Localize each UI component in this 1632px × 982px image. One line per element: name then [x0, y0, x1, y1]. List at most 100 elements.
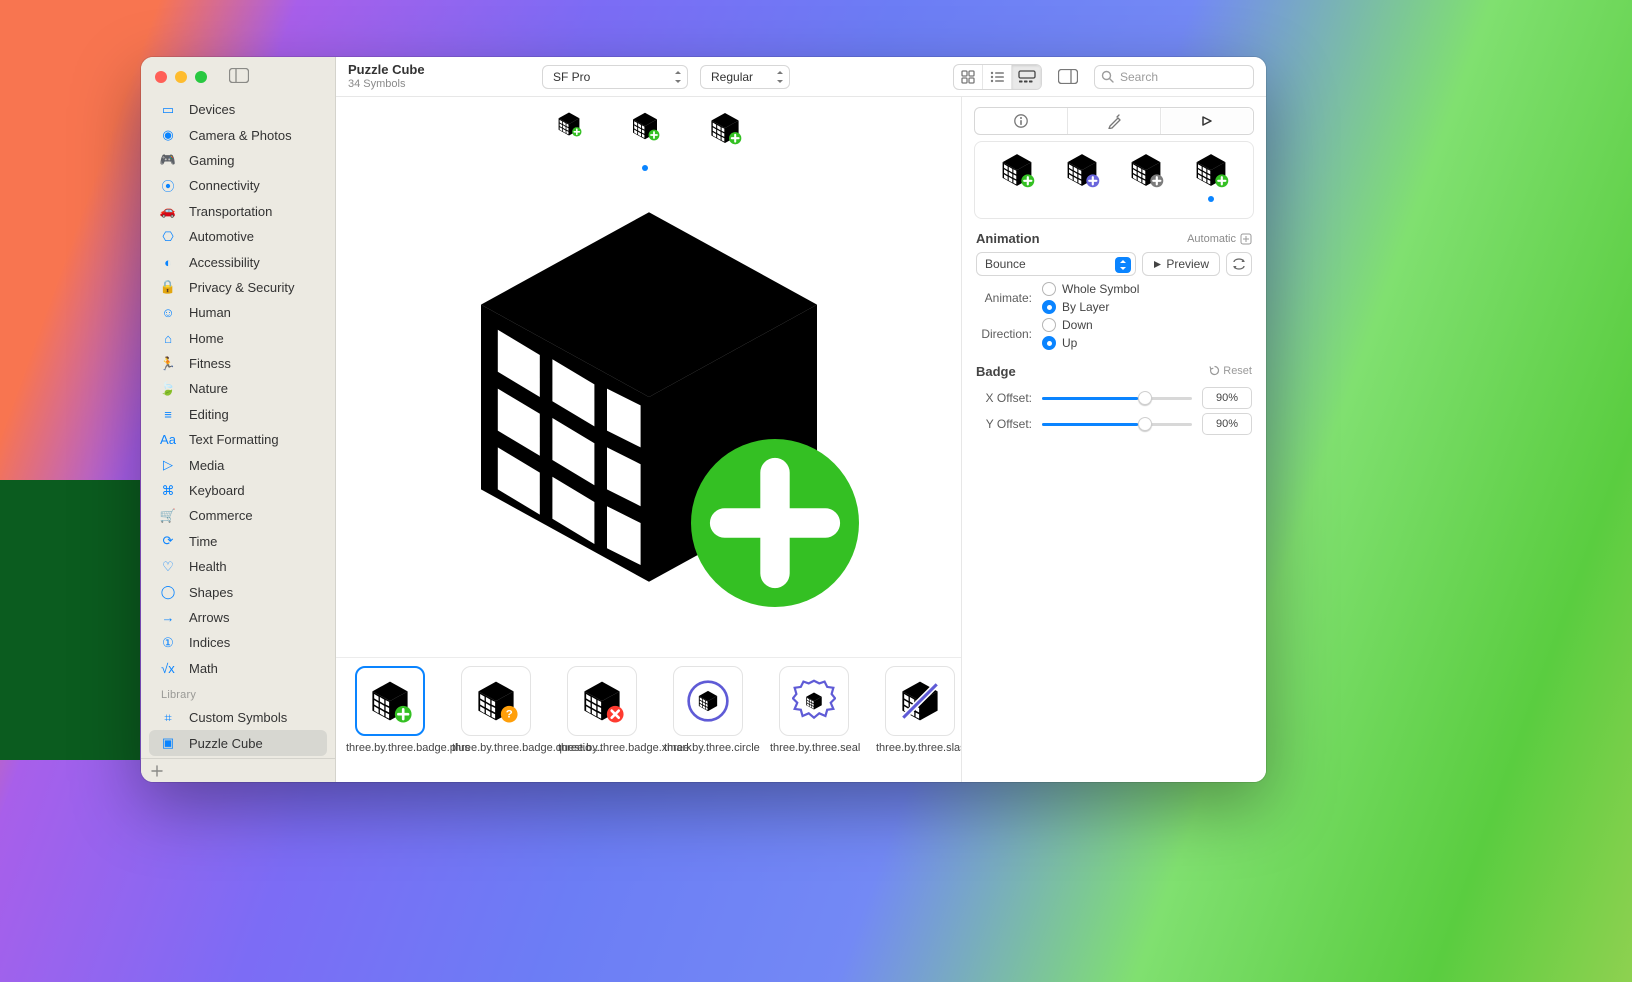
toggle-inspector-button[interactable]: [1054, 69, 1082, 84]
automatic-config-icon[interactable]: [1240, 233, 1252, 245]
sidebar-item-label: Camera & Photos: [189, 128, 292, 143]
symbol-thumb[interactable]: three.by.three.badge.plus: [346, 666, 434, 756]
y-offset-value[interactable]: 90%: [1202, 413, 1252, 435]
gallery-view-icon[interactable]: [1012, 65, 1041, 89]
sidebar-item-arrows[interactable]: →Arrows: [149, 605, 327, 630]
category-icon: Aa: [159, 432, 177, 447]
direction-up-radio[interactable]: Up: [1042, 336, 1093, 350]
symbol-thumb[interactable]: three.by.three.circle: [664, 666, 752, 756]
sidebar-item-label: Media: [189, 458, 224, 473]
animation-preset-select[interactable]: Bounce: [976, 252, 1136, 276]
repeat-button[interactable]: [1226, 252, 1252, 276]
category-icon: ♡: [159, 559, 177, 575]
symbol-name: three.by.three.badge.xmark: [558, 742, 646, 756]
animation-tab-icon[interactable]: [1161, 108, 1253, 134]
weight-select[interactable]: Regular: [700, 65, 790, 89]
sidebar-item-media[interactable]: ▷Media: [149, 452, 327, 477]
symbol-name: three.by.three.circle: [664, 742, 752, 756]
sidebar-item-automotive[interactable]: ⎔Automotive: [149, 224, 327, 249]
font-select[interactable]: SF Pro: [542, 65, 688, 89]
symbol-name: three.by.three.badge.questio…: [452, 742, 540, 756]
symbol-thumb[interactable]: three.by.three.seal: [770, 666, 858, 756]
view-mode-segmented[interactable]: [953, 64, 1042, 90]
animate-bylayer-radio[interactable]: By Layer: [1042, 300, 1139, 314]
reset-button[interactable]: Reset: [1209, 365, 1252, 377]
sidebar-item-label: Time: [189, 534, 217, 549]
sidebar-item-label: Gaming: [189, 153, 235, 168]
rendering-monochrome[interactable]: [1128, 152, 1164, 188]
weight-preview-small[interactable]: [556, 111, 582, 150]
sidebar-library-puzzle-cube[interactable]: ▣Puzzle Cube: [149, 730, 327, 755]
preview-button[interactable]: Preview: [1142, 252, 1220, 276]
category-icon: ⎔: [159, 229, 177, 245]
weight-preview-large[interactable]: [708, 111, 742, 150]
sidebar-item-label: Editing: [189, 407, 229, 422]
info-tab-icon[interactable]: [975, 108, 1068, 134]
sidebar-item-connectivity[interactable]: ⦿Connectivity: [149, 173, 327, 198]
x-offset-value[interactable]: 90%: [1202, 387, 1252, 409]
category-icon: √x: [159, 661, 177, 676]
sidebar-item-label: Connectivity: [189, 178, 260, 193]
direction-label: Direction:: [976, 327, 1032, 341]
sidebar-item-home[interactable]: ⌂Home: [149, 326, 327, 351]
sidebar-item-accessibility[interactable]: ◐Accessibility: [149, 249, 327, 274]
close-window-icon[interactable]: [155, 71, 167, 83]
category-icon: ▭: [159, 102, 177, 118]
symbol-thumb[interactable]: three.by.three.slash: [876, 666, 961, 756]
sidebar-item-fitness[interactable]: 🏃Fitness: [149, 351, 327, 376]
x-offset-slider[interactable]: [1042, 389, 1192, 407]
zoom-window-icon[interactable]: [195, 71, 207, 83]
window-traffic-lights[interactable]: [155, 71, 207, 83]
sidebar-item-camera-photos[interactable]: ◉ Camera & Photos: [149, 122, 327, 147]
sidebar-item-human[interactable]: ☺Human: [149, 300, 327, 325]
rendering-hierarchical[interactable]: [1064, 152, 1100, 188]
category-icon: ⌘: [159, 483, 177, 499]
category-icon: ◉: [159, 127, 177, 143]
appearance-tab-icon[interactable]: [1068, 108, 1161, 134]
direction-down-radio[interactable]: Down: [1042, 318, 1093, 332]
category-icon: 🚗: [159, 203, 177, 219]
sidebar-item-keyboard[interactable]: ⌘Keyboard: [149, 478, 327, 503]
toggle-sidebar-button[interactable]: [229, 68, 249, 86]
sidebar-item-gaming[interactable]: 🎮Gaming: [149, 148, 327, 173]
search-field[interactable]: Search: [1094, 65, 1254, 89]
sidebar-item-devices[interactable]: ▭ Devices: [149, 97, 327, 122]
sidebar-item-privacy-security[interactable]: 🔒Privacy & Security: [149, 275, 327, 300]
sidebar-item-label: Commerce: [189, 508, 253, 523]
inspector-tabs[interactable]: [974, 107, 1254, 135]
symbol-strip: three.by.three.badge.plus?three.by.three…: [336, 657, 961, 782]
minimize-window-icon[interactable]: [175, 71, 187, 83]
sidebar-item-nature[interactable]: 🍃Nature: [149, 376, 327, 401]
list-view-icon[interactable]: [983, 65, 1012, 89]
rendering-palette[interactable]: [1193, 152, 1229, 202]
sidebar-item-label: Shapes: [189, 585, 233, 600]
category-icon: ⟳: [159, 533, 177, 549]
symbol-thumb[interactable]: three.by.three.badge.xmark: [558, 666, 646, 756]
search-icon: [1101, 70, 1114, 83]
y-offset-slider[interactable]: [1042, 415, 1192, 433]
animate-whole-radio[interactable]: Whole Symbol: [1042, 282, 1139, 296]
folder-icon: ⌗: [159, 710, 177, 726]
symbol-thumb[interactable]: ?three.by.three.badge.questio…: [452, 666, 540, 756]
sidebar-item-text-formatting[interactable]: AaText Formatting: [149, 427, 327, 452]
sidebar-library-custom-symbols[interactable]: ⌗Custom Symbols: [149, 705, 327, 730]
sidebar: ▭ Devices ◉ Camera & Photos 🎮Gaming⦿Connecti…: [141, 57, 336, 782]
sidebar-item-shapes[interactable]: ◯Shapes: [149, 579, 327, 604]
sidebar-item-time[interactable]: ⟳ Time: [149, 529, 327, 554]
sidebar-item-health[interactable]: ♡Health: [149, 554, 327, 579]
sidebar-item-indices[interactable]: ①Indices: [149, 630, 327, 655]
rendering-multicolor[interactable]: [999, 152, 1035, 188]
automatic-label: Automatic: [1187, 233, 1252, 245]
sidebar-item-editing[interactable]: ≡ Editing: [149, 402, 327, 427]
add-library-button[interactable]: [141, 758, 335, 782]
sidebar-item-label: Math: [189, 661, 218, 676]
sidebar-item-transportation[interactable]: 🚗Transportation: [149, 199, 327, 224]
category-icon: ⌂: [159, 331, 177, 346]
sidebar-item-math[interactable]: √x Math: [149, 656, 327, 681]
category-icon: 🔒: [159, 279, 177, 295]
sidebar-item-commerce[interactable]: 🛒Commerce: [149, 503, 327, 528]
grid-view-icon[interactable]: [954, 65, 983, 89]
weight-preview-medium[interactable]: [630, 111, 660, 150]
category-icon: ≡: [159, 407, 177, 422]
sidebar-item-label: Devices: [189, 102, 235, 117]
